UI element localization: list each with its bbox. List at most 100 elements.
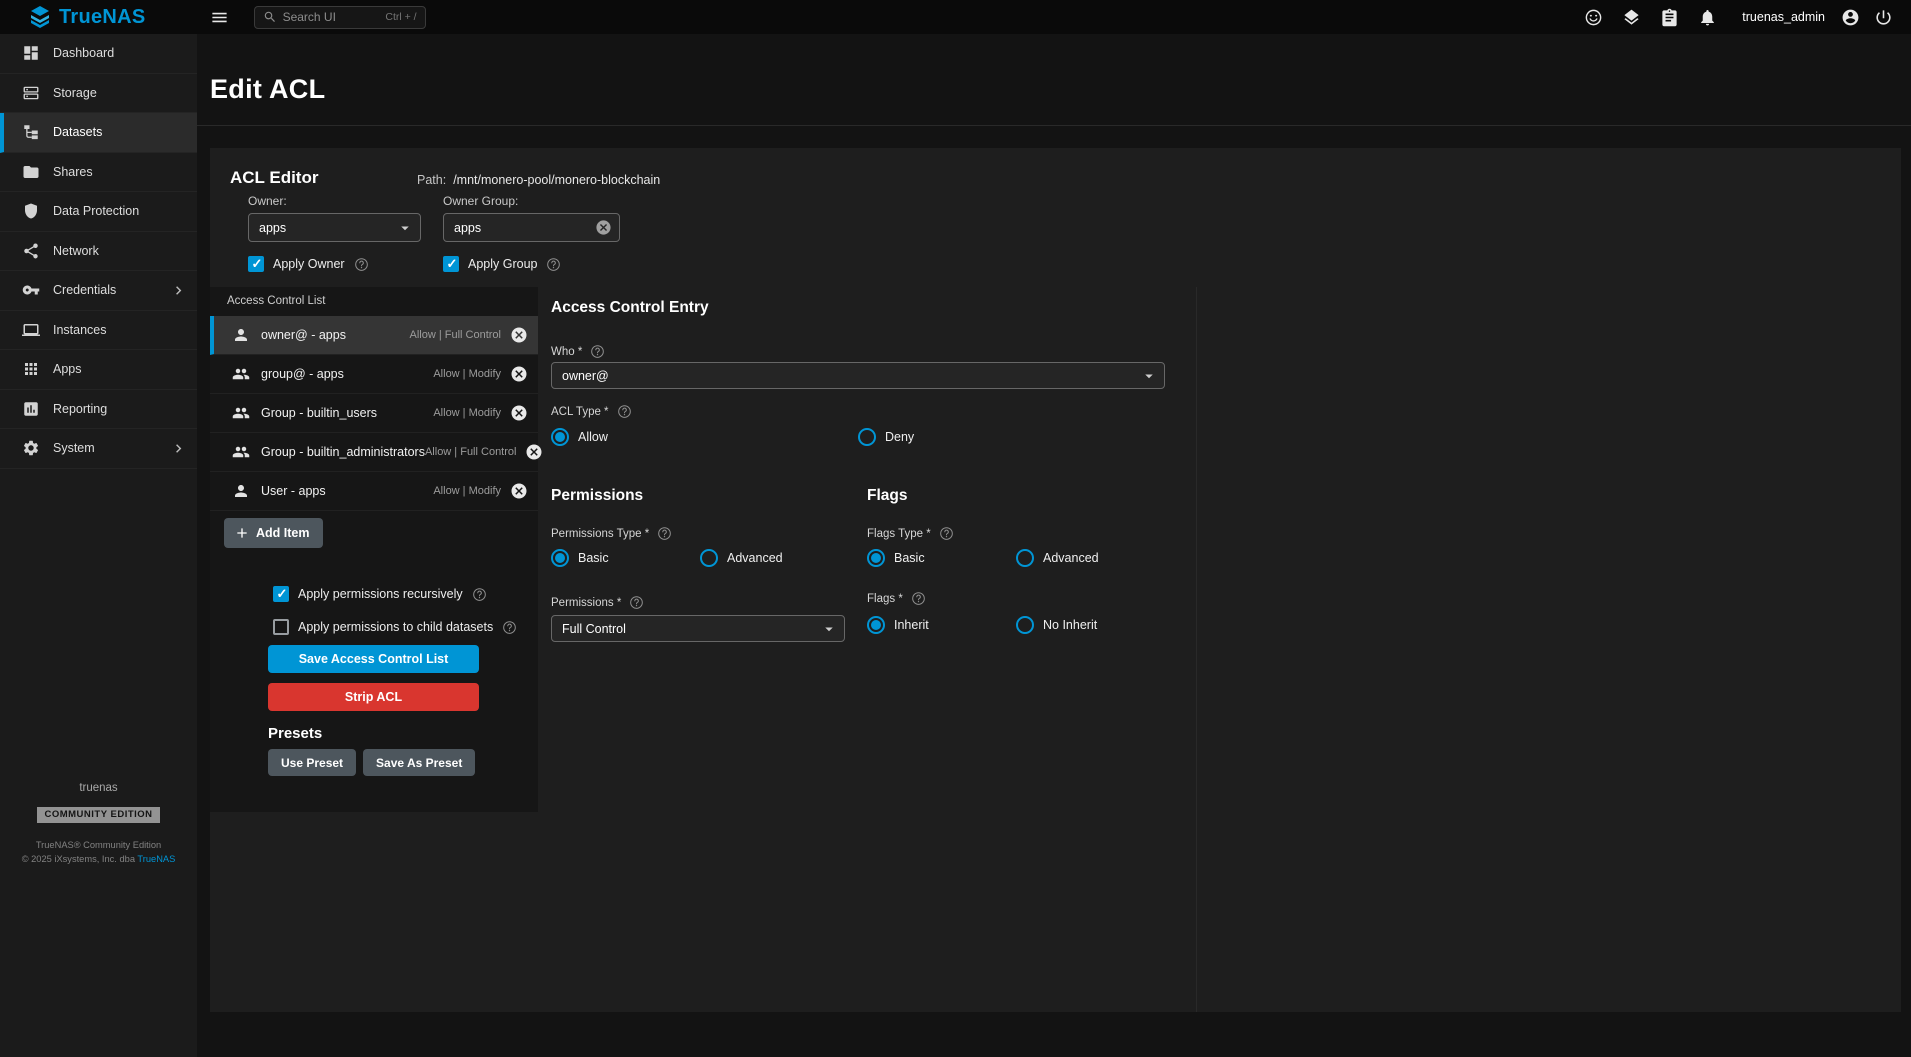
radio-option[interactable]: Advanced xyxy=(1016,549,1165,567)
sidebar-item-label: Credentials xyxy=(53,283,116,297)
acl-entry-permissions: Allow | Full Control xyxy=(425,446,517,458)
acl-entry-row[interactable]: owner@ - apps Allow | Full Control xyxy=(210,316,538,355)
apply-group-row: Apply Group xyxy=(443,256,561,272)
radio-option[interactable]: No Inherit xyxy=(1016,616,1165,634)
acl-editor-heading: ACL Editor xyxy=(230,168,318,188)
product-line: TrueNAS® Community Edition xyxy=(0,838,197,852)
help-icon[interactable] xyxy=(617,404,632,419)
layers-icon xyxy=(1622,8,1641,27)
search-input[interactable] xyxy=(283,10,380,24)
apply-group-checkbox[interactable] xyxy=(443,256,459,272)
help-icon[interactable] xyxy=(629,595,644,610)
use-preset-button[interactable]: Use Preset xyxy=(268,749,356,776)
clear-owner-group-button[interactable] xyxy=(595,219,612,236)
menu-toggle-button[interactable] xyxy=(206,3,234,31)
remove-icon xyxy=(510,365,528,383)
help-icon[interactable] xyxy=(502,620,517,635)
user-menu-button[interactable] xyxy=(1836,3,1864,31)
help-icon[interactable] xyxy=(939,526,954,541)
hostname: truenas xyxy=(0,782,197,794)
add-item-button[interactable]: Add Item xyxy=(224,518,323,548)
sidebar-item-label: Reporting xyxy=(53,402,107,416)
remove-entry-button[interactable] xyxy=(510,326,528,344)
radio-option[interactable]: Basic xyxy=(551,549,700,567)
remove-entry-button[interactable] xyxy=(510,482,528,500)
acl-entry-row[interactable]: Group - builtin_users Allow | Modify xyxy=(210,394,538,433)
search-box[interactable]: Ctrl + / xyxy=(254,6,426,29)
apply-owner-label: Apply Owner xyxy=(273,257,345,271)
sidebar-item-label: Shares xyxy=(53,165,93,179)
search-icon xyxy=(263,10,277,24)
radio-option[interactable]: Inherit xyxy=(867,616,1016,634)
radio-circle-icon xyxy=(867,616,885,634)
remove-entry-button[interactable] xyxy=(510,404,528,422)
acl-option-row: Apply permissions recursively xyxy=(273,583,517,605)
sidebar-item[interactable]: System xyxy=(0,429,197,469)
owner-group-input[interactable] xyxy=(454,221,595,235)
topbar-action-button[interactable] xyxy=(1617,3,1645,31)
acl-entry-row[interactable]: User - apps Allow | Modify xyxy=(210,472,538,511)
topbar-action-button[interactable] xyxy=(1579,3,1607,31)
acl-entry-row[interactable]: group@ - apps Allow | Modify xyxy=(210,355,538,394)
copyright-line: © 2025 iXsystems, Inc. dba TrueNAS xyxy=(0,852,197,866)
add-icon xyxy=(234,525,250,541)
topbar-action-button[interactable] xyxy=(1693,3,1721,31)
flags-type-label: Flags Type * xyxy=(867,526,954,541)
acl-option-checkbox[interactable] xyxy=(273,586,289,602)
radio-option[interactable]: Advanced xyxy=(700,549,849,567)
permissions-heading: Permissions xyxy=(551,487,643,505)
sidebar-item[interactable]: Instances xyxy=(0,311,197,351)
acl-option-checkbox[interactable] xyxy=(273,619,289,635)
sidebar-item[interactable]: Credentials xyxy=(0,271,197,311)
instances-icon xyxy=(22,321,40,339)
sidebar-item[interactable]: Network xyxy=(0,232,197,272)
radio-option[interactable]: Allow xyxy=(551,428,858,446)
who-select[interactable]: owner@ xyxy=(551,362,1165,389)
sidebar-item[interactable]: Datasets xyxy=(0,113,197,153)
presets-heading: Presets xyxy=(268,725,322,742)
chevron-down-icon xyxy=(396,219,414,237)
sidebar: Dashboard Storage Datasets Shares Data P… xyxy=(0,34,197,1057)
power-menu-button[interactable] xyxy=(1869,3,1897,31)
who-label: Who * xyxy=(551,344,605,359)
remove-icon xyxy=(510,326,528,344)
acl-apply-options: Apply permissions recursively Apply perm… xyxy=(273,583,517,638)
radio-option[interactable]: Deny xyxy=(858,428,1165,446)
truenas-logo[interactable]: TrueNAS xyxy=(28,5,146,29)
flags-heading: Flags xyxy=(867,487,907,505)
apply-owner-checkbox[interactable] xyxy=(248,256,264,272)
topbar: TrueNAS Ctrl + / truenas_admin xyxy=(0,0,1911,34)
help-icon[interactable] xyxy=(911,591,926,606)
who-select-value: owner@ xyxy=(562,369,609,383)
ace-panel: Access Control Entry Who * owner@ ACL Ty… xyxy=(538,287,1901,1012)
acl-entry-row[interactable]: Group - builtin_administrators Allow | F… xyxy=(210,433,538,472)
help-icon[interactable] xyxy=(546,257,561,272)
dataset-path: Path: /mnt/monero-pool/monero-blockchain xyxy=(417,173,660,187)
remove-entry-button[interactable] xyxy=(510,365,528,383)
radio-circle-icon xyxy=(1016,549,1034,567)
radio-circle-icon xyxy=(551,549,569,567)
truenas-link[interactable]: TrueNAS xyxy=(137,854,175,864)
chevron-down-icon xyxy=(820,620,838,638)
sidebar-item[interactable]: Shares xyxy=(0,153,197,193)
radio-option[interactable]: Basic xyxy=(867,549,1016,567)
strip-acl-button[interactable]: Strip ACL xyxy=(268,683,479,711)
person-icon xyxy=(232,482,250,500)
help-icon[interactable] xyxy=(657,526,672,541)
dashboard-icon xyxy=(22,44,40,62)
sidebar-item[interactable]: Storage xyxy=(0,74,197,114)
topbar-action-button[interactable] xyxy=(1655,3,1683,31)
sidebar-item[interactable]: Reporting xyxy=(0,390,197,430)
save-as-preset-button[interactable]: Save As Preset xyxy=(363,749,475,776)
help-icon[interactable] xyxy=(354,257,369,272)
permissions-select[interactable]: Full Control xyxy=(551,615,845,642)
owner-select[interactable]: apps xyxy=(248,213,421,242)
help-icon[interactable] xyxy=(590,344,605,359)
sidebar-item[interactable]: Apps xyxy=(0,350,197,390)
sidebar-item[interactable]: Dashboard xyxy=(0,34,197,74)
save-acl-button[interactable]: Save Access Control List xyxy=(268,645,479,673)
owner-label: Owner: xyxy=(248,194,287,208)
sidebar-item[interactable]: Data Protection xyxy=(0,192,197,232)
chevron-right-icon xyxy=(170,440,187,457)
help-icon[interactable] xyxy=(472,587,487,602)
